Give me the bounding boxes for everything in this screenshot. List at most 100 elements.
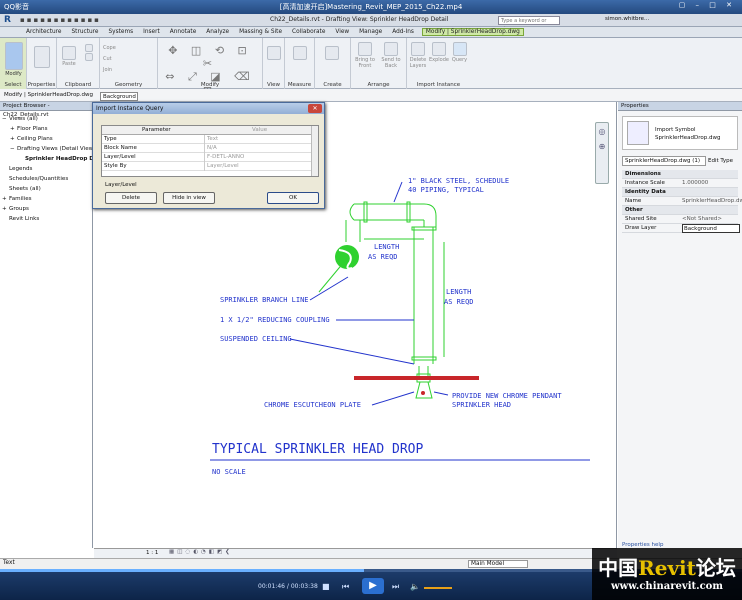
quick-access-toolbar[interactable]: ▪▪▪▪▪▪▪▪▪▪▪▪: [20, 16, 101, 24]
geometry-buttons[interactable]: Cope Cut Join: [103, 43, 133, 76]
tab-view[interactable]: View: [333, 28, 351, 36]
browser-item[interactable]: Legends: [2, 164, 92, 174]
section-other[interactable]: Other: [622, 206, 738, 215]
measure-button[interactable]: [289, 46, 311, 61]
tab-annotate[interactable]: Annotate: [168, 28, 199, 36]
navigation-bar[interactable]: ◎ ⊕: [595, 122, 609, 184]
tab-systems[interactable]: Systems: [106, 28, 135, 36]
view-control-bar: 1 : 1 ▦◫◌◐◔◧◩❮: [94, 548, 617, 558]
table-row[interactable]: Layer/Level F-DETL-ANNO: [102, 153, 312, 162]
ribbon: Modify Select Properties Paste Clipboard…: [0, 38, 470, 97]
play-button[interactable]: ▶: [362, 578, 384, 594]
instance-selector[interactable]: SprinklerHeadDrop.dwg (1): [622, 156, 706, 166]
cut-button[interactable]: Cut: [103, 54, 133, 65]
window-controls[interactable]: ▢ – □ ✕: [679, 1, 736, 9]
expander-icon[interactable]: +: [10, 124, 17, 134]
expander-icon[interactable]: −: [2, 114, 9, 124]
expander-icon[interactable]: +: [2, 194, 9, 204]
ribbon-group-modify: ✥ ◫ ⟲ ⊡ ✂⇔ ⤢ ◪ ⌫ ⊞ Modify: [158, 38, 263, 97]
close-icon[interactable]: ✕: [308, 104, 322, 113]
prop-draw-layer[interactable]: Draw Layer Background: [622, 224, 740, 233]
prop-shared-site[interactable]: Shared Site <Not Shared>: [622, 215, 738, 224]
project-browser-title: Project Browser - Ch22_Details.rvt: [0, 102, 92, 118]
zoom-icon[interactable]: ⊕: [596, 142, 608, 151]
table-row[interactable]: Block Name N/A: [102, 144, 312, 153]
explode-button[interactable]: Explode: [429, 42, 449, 63]
delete-layers-button[interactable]: Delete Layers: [408, 42, 428, 69]
properties-button[interactable]: [33, 46, 51, 69]
volume-icon[interactable]: 🔈: [410, 582, 420, 591]
clipboard-small-buttons[interactable]: [83, 44, 95, 62]
project-browser-tree: − Views (all) + Floor Plans + Ceiling Plans − D…: [0, 111, 92, 224]
ribbon-group-select: Modify Select: [0, 38, 27, 89]
browser-item[interactable]: −Drafting Views (Detail View 1): [2, 144, 92, 154]
cope-button[interactable]: Cope: [103, 43, 133, 54]
drawing-scale: NO SCALE: [212, 468, 246, 476]
stop-icon[interactable]: ■: [322, 582, 330, 591]
view-tool-button[interactable]: [266, 46, 282, 61]
user-name[interactable]: simon.whitbre...: [605, 16, 649, 22]
modify-button[interactable]: Modify: [3, 42, 24, 77]
context-label: Modify | SprinklerHeadDrop.dwg: [4, 92, 94, 98]
col-value: Value: [252, 127, 268, 133]
section-identity[interactable]: Identity Data: [622, 188, 738, 197]
delete-button[interactable]: Delete: [105, 192, 157, 204]
prop-name[interactable]: Name SprinklerHeadDrop.dwg: [622, 197, 742, 206]
browser-item[interactable]: + Floor Plans: [2, 124, 92, 134]
tab-modify-sprinklerheaddrop-dwg[interactable]: Modify | SprinklerHeadDrop.dwg: [421, 28, 524, 36]
draw-layer-select[interactable]: Background: [100, 92, 138, 101]
create-button[interactable]: [321, 46, 343, 61]
tab-massing-site[interactable]: Massing & Site: [237, 28, 284, 36]
table-header: Parameter Value: [102, 126, 312, 135]
table-row[interactable]: Style By Layer/Level: [102, 162, 312, 171]
browser-item[interactable]: Revit Links: [2, 214, 92, 224]
tab-add-ins[interactable]: Add-Ins: [390, 28, 416, 36]
search-input[interactable]: Type a keyword or phrase: [498, 16, 560, 32]
bring-to-front-button[interactable]: Bring to Front: [353, 42, 377, 69]
section-dimensions[interactable]: Dimensions: [622, 170, 738, 179]
browser-item[interactable]: + Families: [2, 194, 92, 204]
volume-slider[interactable]: [424, 587, 452, 589]
tab-collaborate[interactable]: Collaborate: [290, 28, 327, 36]
browser-item[interactable]: Sprinkler HeadDrop Detail: [2, 154, 92, 164]
paste-button[interactable]: Paste: [59, 46, 79, 67]
table-scrollbar[interactable]: [311, 126, 318, 176]
browser-item-label: Drafting Views (Detail View 1): [17, 146, 92, 152]
type-selector[interactable]: Import Symbol SprinklerHeadDrop.dwg: [622, 116, 738, 150]
expander-icon[interactable]: −: [10, 144, 17, 154]
join-button[interactable]: Join: [103, 65, 133, 76]
expander-icon[interactable]: +: [10, 134, 17, 144]
properties-panel: Properties Import Symbol SprinklerHeadDr…: [618, 102, 742, 548]
expander-icon[interactable]: +: [2, 204, 9, 214]
tab-structure[interactable]: Structure: [70, 28, 101, 36]
hide-in-view-button[interactable]: Hide in view: [163, 192, 215, 204]
browser-item[interactable]: + Groups: [2, 204, 92, 214]
revit-logo-icon[interactable]: R: [4, 15, 16, 26]
prev-icon[interactable]: ⏮: [342, 582, 349, 592]
revit-title-bar: R ▪▪▪▪▪▪▪▪▪▪▪▪ Ch22_Details.rvt - Drafti…: [0, 14, 742, 32]
edit-type-button[interactable]: Edit Type: [708, 156, 738, 166]
view-control-icons[interactable]: ▦◫◌◐◔◧◩❮: [169, 549, 233, 555]
browser-item[interactable]: Schedules/Quantities: [2, 174, 92, 184]
player-file-title: [高清加速开启]Mastering_Revit_MEP_2015_Ch22.mp…: [279, 3, 463, 11]
active-workset[interactable]: Main Model: [468, 560, 528, 568]
browser-item-label: Legends: [9, 166, 33, 172]
browser-item[interactable]: Sheets (all): [2, 184, 92, 194]
send-to-back-button[interactable]: Send to Back: [379, 42, 403, 69]
ok-button[interactable]: OK: [267, 192, 319, 204]
view-scale[interactable]: 1 : 1: [146, 550, 158, 556]
tab-manage[interactable]: Manage: [357, 28, 384, 36]
tab-architecture[interactable]: Architecture: [24, 28, 64, 36]
tab-analyze[interactable]: Analyze: [204, 28, 231, 36]
tab-insert[interactable]: Insert: [141, 28, 162, 36]
query-button[interactable]: Query: [450, 42, 469, 63]
next-icon[interactable]: ⏭: [392, 582, 399, 592]
steering-wheel-icon[interactable]: ◎: [596, 127, 608, 136]
browser-item[interactable]: + Ceiling Plans: [2, 134, 92, 144]
prop-instance-scale[interactable]: Instance Scale 1.000000: [622, 179, 738, 188]
dialog-title-bar: Import Instance Query ✕: [93, 103, 324, 114]
browser-item-label: Schedules/Quantities: [9, 176, 69, 182]
table-row[interactable]: Type Text: [102, 135, 312, 144]
ribbon-group-import-instance: Delete Layers Explode Query Import Insta…: [407, 38, 470, 89]
browser-item-label: Groups: [9, 206, 29, 212]
